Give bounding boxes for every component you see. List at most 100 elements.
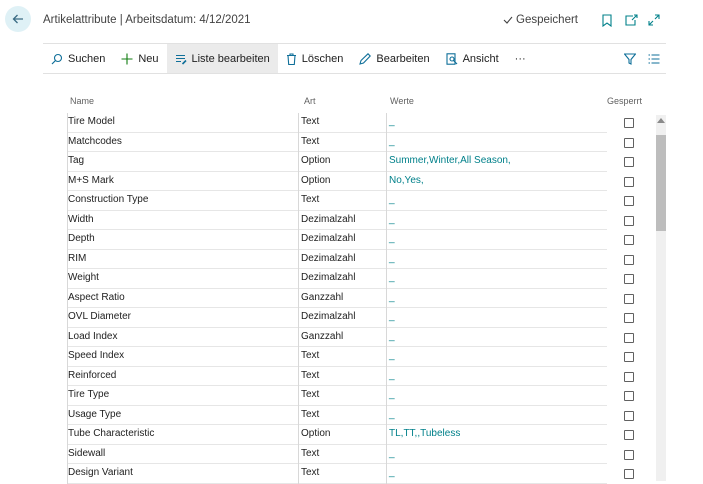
- view-button[interactable]: Ansicht: [438, 44, 507, 73]
- table-row[interactable]: Usage Type Text _: [43, 406, 655, 425]
- blocked-checkbox[interactable]: [624, 176, 634, 187]
- table-row[interactable]: Tag Option Summer,Winter,All Season,: [43, 152, 655, 172]
- column-header-blocked[interactable]: Gesperrt: [607, 96, 642, 106]
- table-row[interactable]: Aspect Ratio Ganzzahl _: [43, 289, 655, 308]
- cell-type[interactable]: Text: [301, 467, 319, 478]
- blocked-checkbox[interactable]: [624, 274, 634, 284]
- cell-name[interactable]: M+S Mark: [68, 175, 114, 186]
- more-button[interactable]: ···: [507, 44, 534, 73]
- blocked-checkbox[interactable]: [624, 137, 634, 148]
- cell-type[interactable]: Dezimalzahl: [301, 253, 355, 264]
- cell-values[interactable]: _: [389, 253, 395, 264]
- blocked-checkbox[interactable]: [624, 157, 634, 167]
- cell-type[interactable]: Ganzzahl: [301, 331, 343, 342]
- table-row[interactable]: Tube Characteristic Option TL,TT,,Tubeless: [43, 425, 655, 445]
- column-header-name[interactable]: Name: [70, 96, 94, 106]
- cell-type[interactable]: Text: [301, 194, 319, 205]
- table-row[interactable]: Sidewall Text _: [43, 445, 655, 464]
- table-row[interactable]: Load Index Ganzzahl _: [43, 328, 655, 347]
- cell-name[interactable]: RIM: [68, 253, 86, 264]
- cell-values[interactable]: _: [389, 448, 395, 459]
- cell-name[interactable]: Matchcodes: [68, 136, 122, 147]
- search-button[interactable]: Suchen: [43, 44, 113, 73]
- blocked-checkbox[interactable]: [624, 332, 634, 343]
- scroll-up-icon[interactable]: [657, 118, 665, 123]
- cell-values[interactable]: _: [389, 331, 395, 342]
- blocked-checkbox[interactable]: [624, 430, 634, 440]
- blocked-checkbox[interactable]: [624, 254, 634, 265]
- cell-type[interactable]: Text: [301, 116, 319, 127]
- cell-values[interactable]: _: [389, 194, 395, 205]
- back-button[interactable]: [5, 6, 31, 32]
- cell-values[interactable]: _: [389, 311, 395, 322]
- cell-values[interactable]: _: [389, 409, 395, 420]
- bookmark-icon[interactable]: [600, 13, 614, 27]
- cell-type[interactable]: Dezimalzahl: [301, 233, 355, 244]
- blocked-checkbox[interactable]: [624, 235, 634, 245]
- cell-values[interactable]: No,Yes,: [389, 175, 424, 186]
- cell-values[interactable]: _: [389, 389, 395, 400]
- cell-values[interactable]: TL,TT,,Tubeless: [389, 428, 460, 439]
- scrollbar-thumb[interactable]: [656, 135, 666, 231]
- table-row[interactable]: Reinforced Text _: [43, 367, 655, 386]
- blocked-checkbox[interactable]: [624, 449, 634, 460]
- scrollbar[interactable]: [656, 115, 666, 481]
- cell-name[interactable]: Tire Type: [68, 389, 109, 400]
- cell-type[interactable]: Option: [301, 175, 330, 186]
- edit-list-button[interactable]: Liste bearbeiten: [166, 44, 278, 73]
- blocked-checkbox[interactable]: [624, 118, 634, 128]
- cell-name[interactable]: Width: [68, 214, 94, 225]
- cell-type[interactable]: Text: [301, 350, 319, 361]
- expand-icon[interactable]: [647, 13, 661, 27]
- cell-values[interactable]: _: [389, 214, 395, 225]
- blocked-checkbox[interactable]: [624, 352, 634, 362]
- filter-icon[interactable]: [624, 52, 636, 65]
- table-row[interactable]: M+S Mark Option No,Yes,: [43, 172, 655, 191]
- cell-values[interactable]: Summer,Winter,All Season,: [389, 155, 511, 166]
- cell-name[interactable]: OVL Diameter: [68, 311, 131, 322]
- table-row[interactable]: Construction Type Text _: [43, 191, 655, 211]
- cell-name[interactable]: Construction Type: [68, 194, 148, 205]
- cell-name[interactable]: Weight: [68, 272, 99, 283]
- cell-name[interactable]: Reinforced: [68, 370, 116, 381]
- table-row[interactable]: Tire Model Text _: [43, 113, 655, 133]
- edit-button[interactable]: Bearbeiten: [351, 44, 437, 73]
- cell-values[interactable]: _: [389, 233, 395, 244]
- cell-name[interactable]: Load Index: [68, 331, 118, 342]
- cell-name[interactable]: Design Variant: [68, 467, 133, 478]
- cell-values[interactable]: _: [389, 467, 395, 478]
- cell-name[interactable]: Tag: [68, 155, 84, 166]
- blocked-checkbox[interactable]: [624, 410, 634, 421]
- cell-name[interactable]: Tire Model: [68, 116, 115, 127]
- cell-name[interactable]: Depth: [68, 233, 95, 244]
- blocked-checkbox[interactable]: [624, 293, 634, 304]
- list-icon[interactable]: [648, 53, 660, 64]
- cell-type[interactable]: Option: [301, 428, 330, 439]
- open-new-icon[interactable]: [624, 13, 638, 27]
- blocked-checkbox[interactable]: [624, 371, 634, 382]
- cell-name[interactable]: Sidewall: [68, 448, 105, 459]
- cell-type[interactable]: Text: [301, 136, 319, 147]
- cell-type[interactable]: Dezimalzahl: [301, 311, 355, 322]
- cell-name[interactable]: Speed Index: [68, 350, 124, 361]
- cell-type[interactable]: Dezimalzahl: [301, 272, 355, 283]
- cell-values[interactable]: _: [389, 136, 395, 147]
- new-button[interactable]: Neu: [113, 44, 166, 73]
- cell-values[interactable]: _: [389, 350, 395, 361]
- table-row[interactable]: Matchcodes Text _: [43, 133, 655, 152]
- cell-type[interactable]: Text: [301, 389, 319, 400]
- blocked-checkbox[interactable]: [624, 469, 634, 479]
- blocked-checkbox[interactable]: [624, 215, 634, 226]
- table-row[interactable]: Width Dezimalzahl _: [43, 211, 655, 230]
- table-row[interactable]: Weight Dezimalzahl _: [43, 269, 655, 289]
- cell-type[interactable]: Dezimalzahl: [301, 214, 355, 225]
- table-row[interactable]: RIM Dezimalzahl _: [43, 250, 655, 269]
- cell-type[interactable]: Text: [301, 370, 319, 381]
- blocked-checkbox[interactable]: [624, 391, 634, 401]
- cell-name[interactable]: Aspect Ratio: [68, 292, 125, 303]
- cell-values[interactable]: _: [389, 272, 395, 283]
- table-row[interactable]: Depth Dezimalzahl _: [43, 230, 655, 250]
- cell-type[interactable]: Text: [301, 409, 319, 420]
- cell-values[interactable]: _: [389, 116, 395, 127]
- table-row[interactable]: OVL Diameter Dezimalzahl _: [43, 308, 655, 328]
